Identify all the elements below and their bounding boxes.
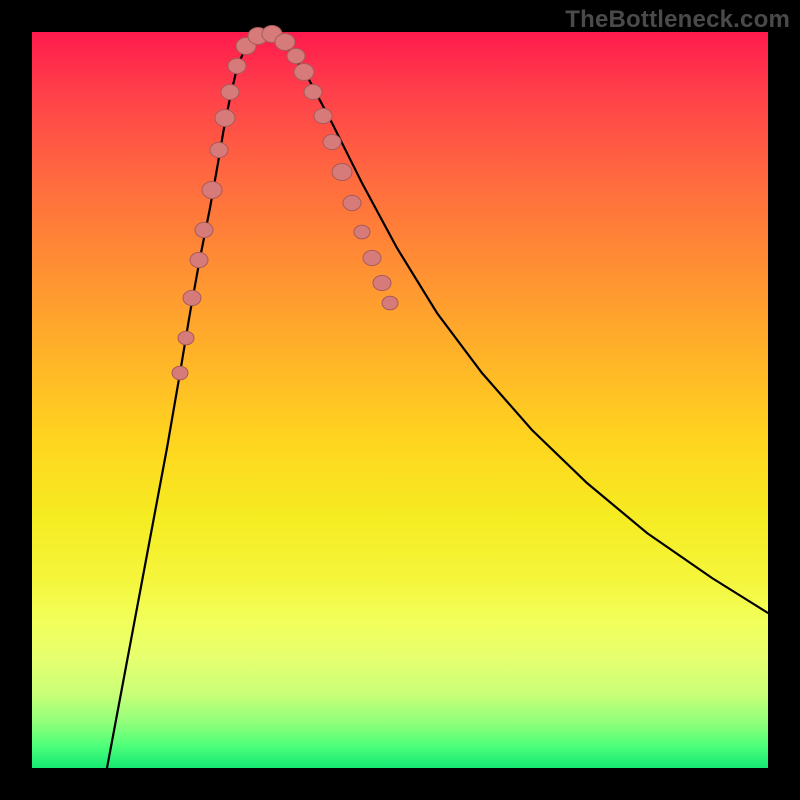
data-marker [228,58,246,73]
data-marker [215,110,235,127]
data-marker [354,225,370,239]
data-marker [363,250,381,265]
data-marker [172,366,188,380]
data-marker [178,331,194,345]
data-marker [210,142,228,157]
watermark-text: TheBottleneck.com [565,6,790,34]
data-marker [183,290,201,305]
data-marker [373,275,391,290]
data-marker [190,252,208,267]
data-marker [382,296,398,310]
data-marker [343,195,361,210]
marker-group [172,26,398,380]
data-marker [294,64,314,81]
bottleneck-curve [107,34,768,768]
data-marker [304,84,322,99]
data-marker [323,134,341,149]
data-marker [195,222,213,237]
data-marker [314,108,332,123]
data-marker [202,182,222,199]
curve-plot [32,32,768,768]
data-marker [221,84,239,99]
data-marker [332,164,352,181]
data-marker [287,48,305,63]
data-marker [275,34,295,51]
